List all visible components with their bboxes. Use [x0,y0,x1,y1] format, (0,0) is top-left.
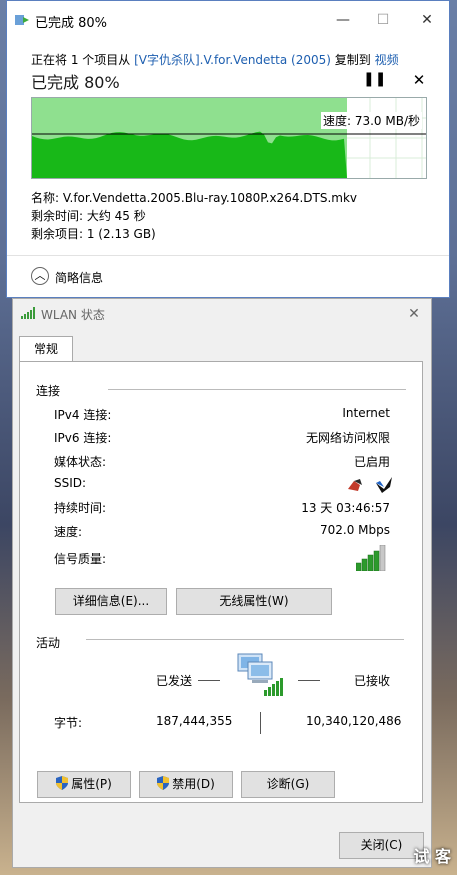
items-remaining: 剩余项目: 1 (2.13 GB) [31,227,156,241]
ssid-image [348,477,392,493]
divider [86,639,404,640]
progress-title: 已完成 80% [31,73,120,92]
wireless-properties-button[interactable]: 无线属性(W) [176,588,332,615]
disable-button[interactable]: 禁用(D) [139,771,233,798]
sent-dash [198,680,220,681]
bytes-label: 字节: [54,716,83,730]
shield-icon [56,776,69,790]
row-label: 信号质量: [54,552,107,566]
pause-icon[interactable]: ❚❚ [363,71,386,91]
disable-label: 禁用(D) [172,777,215,791]
speed-graph: 速度: 73.0 MB/秒 [31,97,427,179]
network-computers-icon [237,653,283,696]
close-icon[interactable]: ✕ [403,303,425,325]
desc-prefix: 正在将 1 个项目从 [31,53,131,67]
speed-graph-canvas [32,98,426,178]
tab-general[interactable]: 常规 [19,336,73,363]
diagnose-button[interactable]: 诊断(G) [241,771,335,798]
row-value: 已启用 [353,455,390,469]
copy-progress-dialog: 已完成 80% — ☐ ✕ 正在将 1 个项目从 [V字仇杀队].V.for.V… [6,0,450,298]
row-label: IPv6 连接: [54,431,112,445]
row-label: 速度: [54,525,83,539]
signal-quality-icon [356,545,386,571]
window-title: WLAN 状态 [41,308,105,322]
row-label: IPv4 连接: [54,408,112,422]
less-details-button[interactable]: 简略信息 [55,269,103,286]
destination-link[interactable]: 视频 [375,53,399,67]
source-link[interactable]: [V字仇杀队].V.for.Vendetta (2005) [134,53,331,67]
bytes-received: 10,340,120,486 [306,714,402,728]
speed-label: 速度: 73.0 MB/秒 [320,112,422,129]
signal-icon [21,307,35,319]
desc-middle: 复制到 [334,53,371,67]
bytes-separator [260,712,261,734]
received-dash [298,680,320,681]
close-button[interactable]: 关闭(C) [339,832,424,859]
properties-button[interactable]: 属性(P) [37,771,131,798]
details-button[interactable]: 详细信息(E)... [55,588,167,615]
window-title: 已完成 80% [35,16,108,31]
row-label: 媒体状态: [54,455,107,469]
row-label: 持续时间: [54,501,107,515]
copy-description: 正在将 1 个项目从 [V字仇杀队].V.for.Vendetta (2005)… [31,51,399,68]
shield-icon [157,776,170,790]
chevron-up-icon[interactable]: ︿ [31,267,49,285]
maximize-button[interactable]: ☐ [365,7,401,33]
divider [108,389,406,390]
properties-label: 属性(P) [71,777,112,791]
sent-label: 已发送 [156,674,193,688]
bytes-sent: 187,444,355 [156,714,233,728]
copy-titlebar: 已完成 80% — ☐ ✕ [7,1,449,39]
close-button[interactable]: ✕ [409,7,445,33]
row-value: 无网络访问权限 [305,431,390,445]
time-remaining: 剩余时间: 大约 45 秒 [31,209,146,223]
row-value: 702.0 Mbps [319,523,390,537]
activity-group-label: 活动 [36,636,61,650]
connection-group-label: 连接 [36,384,61,398]
divider [7,255,449,256]
minimize-button[interactable]: — [325,7,361,33]
row-label: SSID: [54,476,87,490]
wlan-status-dialog: WLAN 状态 ✕ 常规 连接 IPv4 连接: Internet IPv6 连接:… [12,298,432,868]
close-icon[interactable]: ✕ [409,71,429,91]
file-name: 名称: V.for.Vendetta.2005.Blu-ray.1080P.x2… [31,191,358,205]
row-value: Internet [342,406,390,420]
tab-panel: 连接 IPv4 连接: Internet IPv6 连接: 无网络访问权限媒体状态: 已… [19,361,423,803]
received-label: 已接收 [354,674,391,688]
copy-app-icon [15,15,29,25]
row-value: 13 天 03:46:57 [301,501,390,515]
watermark-text: 试 客 [413,847,451,866]
